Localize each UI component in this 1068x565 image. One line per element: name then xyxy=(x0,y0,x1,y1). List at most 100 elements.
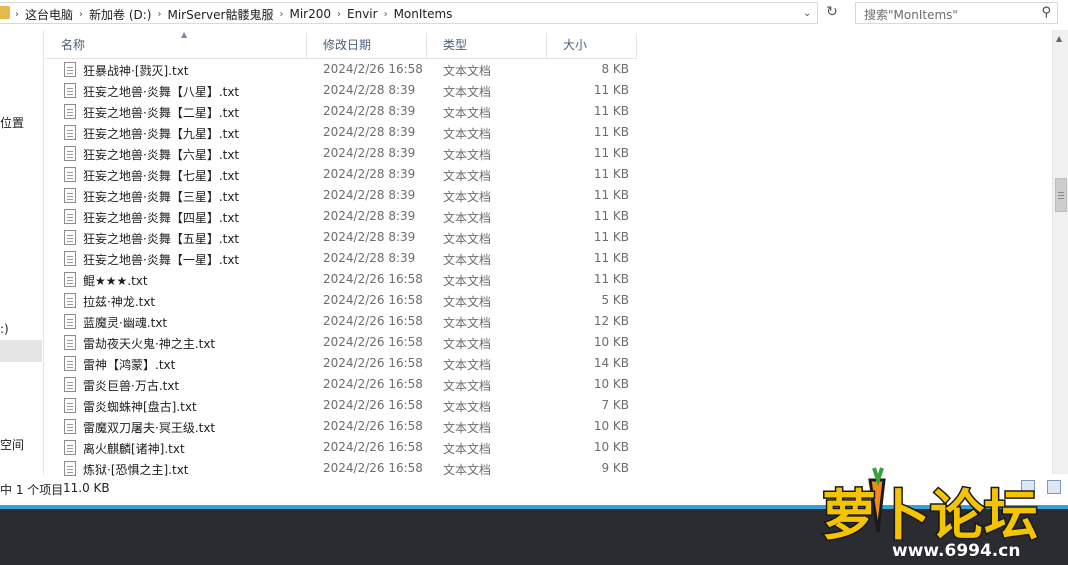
file-name: 鲲★★★.txt xyxy=(83,274,148,288)
watermark-url: www.6994.cn xyxy=(892,541,1020,561)
file-date: 2024/2/28 8:39 xyxy=(323,146,416,160)
text-file-icon xyxy=(64,356,76,371)
file-row[interactable]: 狂妄之地兽·炎舞【五星】.txt 2024/2/28 8:39 文本文档 11 KB xyxy=(45,227,637,248)
text-file-icon xyxy=(64,272,76,287)
vertical-scrollbar[interactable]: ▲ xyxy=(1052,30,1068,474)
file-row[interactable]: 狂妄之地兽·炎舞【八星】.txt 2024/2/28 8:39 文本文档 11 KB xyxy=(45,80,637,101)
scroll-up-icon[interactable]: ▲ xyxy=(1056,34,1062,43)
file-row[interactable]: 狂妄之地兽·炎舞【二星】.txt 2024/2/28 8:39 文本文档 11 KB xyxy=(45,101,637,122)
file-size: 11 KB xyxy=(593,146,629,160)
file-size: 11 KB xyxy=(593,104,629,118)
file-type: 文本文档 xyxy=(443,190,492,204)
file-row[interactable]: 狂妄之地兽·炎舞【四星】.txt 2024/2/28 8:39 文本文档 11 KB xyxy=(45,206,637,227)
search-input[interactable]: 搜索"MonItems" ⚲ xyxy=(855,2,1058,24)
breadcrumb-this-pc[interactable]: 这台电脑 xyxy=(20,6,78,23)
chevron-down-icon[interactable]: ⌄ xyxy=(803,8,811,19)
refresh-icon[interactable]: ↻ xyxy=(823,3,841,21)
file-row[interactable]: 蓝魔灵·幽魂.txt 2024/2/26 16:58 文本文档 12 KB xyxy=(45,311,637,332)
file-row[interactable]: 离火麒麟[诸神].txt 2024/2/26 16:58 文本文档 10 KB xyxy=(45,437,637,458)
text-file-icon xyxy=(64,230,76,245)
file-size: 14 KB xyxy=(593,356,629,370)
breadcrumb-envir[interactable]: Envir xyxy=(342,7,383,21)
file-size: 11 KB xyxy=(593,272,629,286)
file-size: 11 KB xyxy=(593,230,629,244)
file-size: 11 KB xyxy=(593,167,629,181)
file-type: 文本文档 xyxy=(443,232,492,246)
column-headers: ▲ 名称 修改日期 类型 大小 xyxy=(45,30,637,59)
nav-item-selected[interactable] xyxy=(0,340,42,362)
file-type: 文本文档 xyxy=(443,316,492,330)
scrollbar-thumb[interactable] xyxy=(1055,178,1067,212)
column-header-type[interactable]: 类型 xyxy=(427,33,547,59)
nav-item-space[interactable]: 空间 xyxy=(0,436,24,453)
file-date: 2024/2/28 8:39 xyxy=(323,83,416,97)
file-size: 10 KB xyxy=(593,419,629,433)
file-row[interactable]: 雷神【鸿蒙】.txt 2024/2/26 16:58 文本文档 14 KB xyxy=(45,353,637,374)
file-type: 文本文档 xyxy=(443,400,492,414)
grip-line xyxy=(1058,192,1064,193)
file-date: 2024/2/28 8:39 xyxy=(323,209,416,223)
file-size: 7 KB xyxy=(601,398,629,412)
status-selected-size: 11.0 KB xyxy=(63,481,110,495)
file-name: 狂妄之地兽·炎舞【五星】.txt xyxy=(83,232,240,246)
breadcrumb-mirserver[interactable]: MirServer骷髅鬼服 xyxy=(162,6,278,23)
file-row[interactable]: 狂妄之地兽·炎舞【三星】.txt 2024/2/28 8:39 文本文档 11 KB xyxy=(45,185,637,206)
file-row[interactable]: 炼狱·[恐惧之主].txt 2024/2/26 16:58 文本文档 9 KB xyxy=(45,458,637,479)
search-icon[interactable]: ⚲ xyxy=(1041,5,1051,20)
text-file-icon xyxy=(64,314,76,329)
nav-item-drive[interactable]: :) xyxy=(0,322,9,336)
text-file-icon xyxy=(64,146,76,161)
file-type: 文本文档 xyxy=(443,127,492,141)
file-type: 文本文档 xyxy=(443,169,492,183)
file-type: 文本文档 xyxy=(443,463,492,477)
file-size: 11 KB xyxy=(593,209,629,223)
text-file-icon xyxy=(64,104,76,119)
file-name: 雷魔双刀屠夫·冥王级.txt xyxy=(83,421,216,435)
text-file-icon xyxy=(64,251,76,266)
breadcrumb-mir200[interactable]: Mir200 xyxy=(284,7,336,21)
text-file-icon xyxy=(64,167,76,182)
nav-item-location[interactable]: 位置 xyxy=(0,114,24,131)
text-file-icon xyxy=(64,83,76,98)
file-row[interactable]: 雷炎巨兽·万古.txt 2024/2/26 16:58 文本文档 10 KB xyxy=(45,374,637,395)
file-date: 2024/2/26 16:58 xyxy=(323,461,423,475)
text-file-icon xyxy=(64,398,76,413)
file-size: 11 KB xyxy=(593,83,629,97)
search-placeholder: 搜索"MonItems" xyxy=(864,8,958,22)
breadcrumb-monitems[interactable]: MonItems xyxy=(389,7,458,21)
column-header-date[interactable]: 修改日期 xyxy=(307,33,427,59)
file-name: 离火麒麟[诸神].txt xyxy=(83,442,185,456)
file-row[interactable]: 狂妄之地兽·炎舞【九星】.txt 2024/2/28 8:39 文本文档 11 KB xyxy=(45,122,637,143)
file-row[interactable]: 狂妄之地兽·炎舞【六星】.txt 2024/2/28 8:39 文本文档 11 KB xyxy=(45,143,637,164)
file-date: 2024/2/26 16:58 xyxy=(323,62,423,76)
file-date: 2024/2/28 8:39 xyxy=(323,167,416,181)
file-row[interactable]: 拉兹·神龙.txt 2024/2/26 16:58 文本文档 5 KB xyxy=(45,290,637,311)
file-date: 2024/2/26 16:58 xyxy=(323,356,423,370)
file-row[interactable]: 狂妄之地兽·炎舞【七星】.txt 2024/2/28 8:39 文本文档 11 KB xyxy=(45,164,637,185)
file-date: 2024/2/28 8:39 xyxy=(323,188,416,202)
file-size: 10 KB xyxy=(593,377,629,391)
file-row[interactable]: 雷魔双刀屠夫·冥王级.txt 2024/2/26 16:58 文本文档 10 KB xyxy=(45,416,637,437)
file-row[interactable]: 雷劫夜天火鬼·神之主.txt 2024/2/26 16:58 文本文档 10 KB xyxy=(45,332,637,353)
file-date: 2024/2/28 8:39 xyxy=(323,104,416,118)
file-type: 文本文档 xyxy=(443,421,492,435)
watermark-logo: 萝卜论坛 www.6994.cn xyxy=(821,467,1040,562)
file-name: 狂妄之地兽·炎舞【一星】.txt xyxy=(83,253,240,267)
column-header-size[interactable]: 大小 xyxy=(547,33,637,59)
file-name: 狂妄之地兽·炎舞【八星】.txt xyxy=(83,85,240,99)
file-size: 12 KB xyxy=(593,314,629,328)
file-type: 文本文档 xyxy=(443,274,492,288)
file-date: 2024/2/26 16:58 xyxy=(323,398,423,412)
file-list: 狂暴战神·[戮灭].txt 2024/2/26 16:58 文本文档 8 KB 狂妄之地… xyxy=(45,59,637,479)
file-row[interactable]: 狂妄之地兽·炎舞【一星】.txt 2024/2/28 8:39 文本文档 11 KB xyxy=(45,248,637,269)
breadcrumb-drive[interactable]: 新加卷 (D:) xyxy=(84,6,156,23)
file-row[interactable]: 鲲★★★.txt 2024/2/26 16:58 文本文档 11 KB xyxy=(45,269,637,290)
file-row[interactable]: 狂暴战神·[戮灭].txt 2024/2/26 16:58 文本文档 8 KB xyxy=(45,59,637,80)
file-type: 文本文档 xyxy=(443,64,492,78)
grip-line xyxy=(1058,195,1064,196)
column-header-name[interactable]: 名称 xyxy=(45,33,307,59)
file-row[interactable]: 雷炎蜘蛛神[盘古].txt 2024/2/26 16:58 文本文档 7 KB xyxy=(45,395,637,416)
grip-line xyxy=(1058,198,1064,199)
text-file-icon xyxy=(64,293,76,308)
address-bar[interactable]: › 这台电脑 › 新加卷 (D:) › MirServer骷髅鬼服 › Mir2… xyxy=(0,2,818,24)
